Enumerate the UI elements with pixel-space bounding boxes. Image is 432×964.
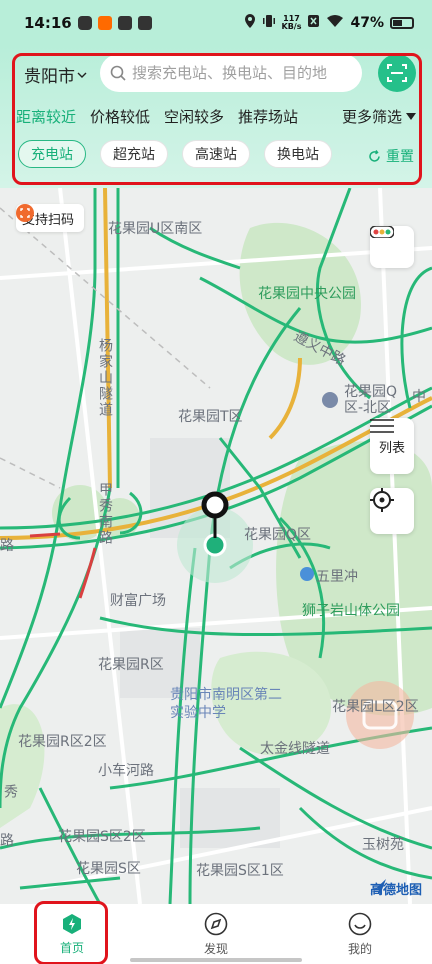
map-label: 杨家山隧道 (97, 338, 113, 418)
map-label: 小车河路 (98, 763, 154, 779)
triangle-down-icon (406, 112, 416, 120)
sort-tab-recommended[interactable]: 推荐场站 (238, 106, 298, 127)
map-label: 五里冲 (316, 569, 358, 585)
list-icon (370, 419, 394, 433)
chip-highway[interactable]: 高速站 (182, 140, 250, 168)
city-selector[interactable]: 贵阳市 (24, 62, 87, 87)
map-label: 花果园U区南区 (108, 221, 203, 237)
map-label: 花果园S区 (76, 861, 141, 877)
nav-home[interactable]: 首页 (0, 904, 144, 964)
amap-arrow-icon (369, 879, 386, 895)
nav-home-label: 首页 (59, 940, 84, 955)
locate-me-button[interactable] (370, 488, 414, 534)
scan-button[interactable] (378, 54, 416, 92)
map-label: 花果园S区1区 (196, 863, 284, 879)
map-label: 中 (412, 389, 426, 405)
bottom-nav: 首页 发现 我的 (0, 904, 432, 964)
map-label: 玉树苑 (362, 837, 404, 853)
map-label: 花果园S区2区 (58, 829, 146, 845)
map-label: 花果园中央公园 (258, 286, 356, 302)
search-box[interactable] (100, 54, 362, 92)
station-type-chips: 充电站 超充站 高速站 换电站 (18, 140, 332, 168)
scan-circle-icon (16, 204, 34, 222)
map-label: 花果园R区 (98, 657, 164, 673)
status-bar: 14:16 117 KB/s 47% (0, 0, 432, 46)
reset-label: 重置 (386, 149, 414, 165)
chip-super-charging[interactable]: 超充站 (100, 140, 168, 168)
map-label: 贵阳市南明区第二实验中学 (170, 687, 282, 721)
vibrate-icon (262, 14, 276, 32)
nav-discover-label: 发现 (203, 941, 228, 956)
battery-text: 47% (350, 15, 384, 31)
map-label: 花果园T区 (178, 409, 243, 425)
app-notification-icon (77, 16, 92, 30)
sort-tab-available[interactable]: 空闲较多 (164, 106, 224, 127)
app-notification-icon (117, 16, 132, 30)
status-time: 14:16 (24, 14, 72, 32)
nav-mine-label: 我的 (347, 941, 372, 956)
sim-icon (307, 14, 320, 32)
nav-mine[interactable]: 我的 (288, 904, 432, 964)
filter-panel: 贵阳市 距离较近 价格较低 空闲较多 推荐场站 更多筛选 充电站 超充站 高速站… (0, 46, 432, 188)
map-label: 财富广场 (110, 593, 166, 609)
sort-tab-price[interactable]: 价格较低 (90, 106, 150, 127)
net-speed: 117 KB/s (281, 14, 302, 31)
search-icon (110, 65, 126, 81)
map-label: 路 (0, 538, 14, 554)
list-view-button[interactable]: 列表 (370, 418, 414, 474)
location-icon (244, 14, 256, 32)
map-label: 花果园R区2区 (18, 734, 107, 750)
map-label: 狮子岩山体公园 (302, 603, 400, 619)
map-label: 路 (0, 833, 14, 849)
battery-icon (390, 17, 414, 29)
city-label: 贵阳市 (24, 67, 75, 87)
wifi-icon (326, 14, 344, 32)
list-view-label: 列表 (378, 440, 405, 456)
smile-icon (348, 912, 372, 935)
map-label: 花果园Q区 (244, 527, 312, 543)
map-label: 甲秀南路 (97, 482, 113, 546)
chevron-down-icon (77, 72, 87, 78)
app-notification-icon (137, 16, 152, 30)
reset-button[interactable]: 重置 (368, 146, 414, 166)
map-label: 太金线隧道 (260, 741, 330, 757)
map-label: 秀 (2, 784, 18, 800)
more-filter-button[interactable]: 更多筛选 (342, 106, 416, 127)
compass-icon (204, 912, 228, 935)
scan-icon (387, 64, 407, 82)
search-input[interactable] (132, 64, 352, 82)
amap-logo: 高德地图 (369, 879, 422, 898)
sort-tab-distance[interactable]: 距离较近 (16, 106, 76, 127)
app-notification-icon (97, 16, 112, 30)
lightning-icon (63, 913, 81, 934)
home-indicator (130, 958, 302, 962)
map-roads (0, 188, 432, 904)
map-view[interactable]: 支持扫码 花果园U区南区 花果园中央公园 杨家山隧道 遵义中路 花果园Q区-北区… (0, 188, 432, 904)
scan-support-badge[interactable]: 支持扫码 (16, 204, 85, 232)
chip-battery-swap[interactable]: 换电站 (264, 140, 332, 168)
refresh-icon (369, 149, 380, 162)
traffic-light-icon (370, 226, 394, 238)
more-filter-label: 更多筛选 (341, 108, 402, 126)
traffic-toggle-button[interactable] (370, 226, 414, 268)
sort-tabs: 距离较近 价格较低 空闲较多 推荐场站 (16, 106, 298, 127)
nav-discover[interactable]: 发现 (144, 904, 288, 964)
map-label: 花果园Q区-北区 (344, 384, 398, 416)
map-label: 花果园L区2区 (332, 699, 419, 715)
crosshair-icon (370, 488, 394, 512)
chip-charging-station[interactable]: 充电站 (18, 140, 86, 168)
